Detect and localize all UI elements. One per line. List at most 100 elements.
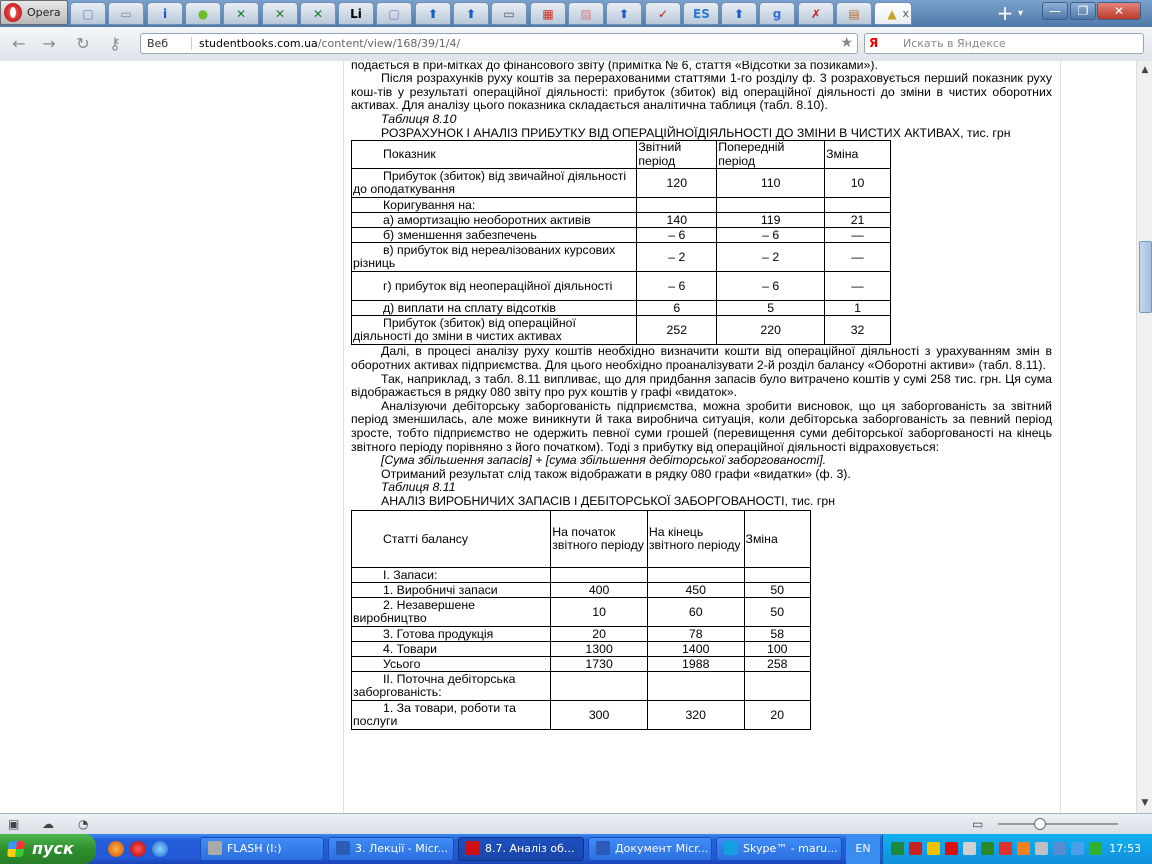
browser-tab[interactable]: ✕ [300,2,336,25]
language-indicator[interactable]: EN [846,834,880,864]
firefox-icon[interactable] [108,841,124,857]
info-icon: i [162,7,168,21]
value-cell [716,197,826,214]
taskbar-button[interactable]: 8.7. Аналіз об... [458,837,584,861]
value-cell: 1988 [646,656,745,673]
browser-tab[interactable]: ⬆ [415,2,451,25]
row-label-cell: II. Поточна дебіторська заборгованість: [350,671,552,702]
panel-toggle-icon[interactable]: ▣ [8,817,19,831]
table-caption: Таблиця 8.10 [381,111,457,126]
antivirus-icon[interactable] [909,842,922,855]
clock[interactable]: 17:53 [1109,842,1141,855]
taskbar-button-label: Документ Micr... [615,842,709,855]
value-cell: 6 [636,300,718,317]
tray-app-icon[interactable] [1053,842,1066,855]
minimize-button[interactable]: — [1042,2,1068,20]
antivirus-scan-icon[interactable] [999,842,1012,855]
browser-tab[interactable]: ▢ [376,2,412,25]
tab-menu-chevron-icon[interactable]: ▾ [1018,3,1034,25]
volume-icon[interactable] [1035,842,1048,855]
value-cell: 21 [824,212,891,229]
taskbar-button[interactable]: FLASH (I:) [200,837,324,861]
browser-tab[interactable]: ▭ [108,2,144,25]
zoom-slider-knob[interactable] [1034,818,1046,830]
back-button[interactable]: ← [8,34,30,54]
security-shield-icon[interactable] [927,842,940,855]
speed-dial-icon[interactable]: ◔ [78,817,88,831]
search-field[interactable]: Я Искать в Яндексе [864,33,1144,54]
browser-tab[interactable]: ▤ [836,2,872,25]
maximize-button[interactable]: ❐ [1070,2,1096,20]
sync-icon[interactable] [981,842,994,855]
browser-tab[interactable]: ▨ [568,2,604,25]
browser-tab[interactable]: ▢ [70,2,106,25]
network-icon[interactable] [891,842,904,855]
browser-tab[interactable]: ✓ [645,2,681,25]
reload-button[interactable]: ↻ [72,34,94,54]
start-button[interactable]: пуск [0,834,96,864]
upload-arrow-icon: ⬆ [733,7,745,21]
scroll-up-arrow-icon[interactable]: ▲ [1139,63,1151,77]
close-window-button[interactable]: ✕ [1097,2,1141,20]
scroll-down-arrow-icon[interactable]: ▼ [1139,796,1151,810]
browser-tab[interactable]: ES [683,2,719,25]
value-cell: 10 [550,597,648,628]
value-cell: 400 [550,582,648,599]
view-icon[interactable]: ▭ [972,817,983,831]
article-column: сумою реально сплачених відсотків, необх… [350,61,1052,731]
browser-tab[interactable]: ✕ [262,2,298,25]
value-cell: 320 [646,700,745,731]
browser-tab[interactable]: ▭ [491,2,527,25]
tray-app-icon[interactable] [1071,842,1084,855]
update-icon[interactable] [1017,842,1030,855]
taskbar-button[interactable]: Документ Micr... [588,837,712,861]
value-cell: – 2 [716,242,826,273]
zoom-slider[interactable] [998,823,1118,825]
opera-menu-button[interactable]: Opera [0,0,68,25]
url-text[interactable]: studentbooks.com.ua/content/view/168/39/… [199,37,460,50]
browser-tab[interactable]: Li [338,2,374,25]
browser-tab[interactable]: ✗ [798,2,834,25]
vertical-scrollbar[interactable]: ▲ ▼ [1136,61,1152,813]
value-cell: 58 [743,626,812,643]
opera-icon[interactable] [130,841,146,857]
column-header: Попередній період [716,140,826,170]
browser-tab[interactable]: i [147,2,183,25]
device-icon[interactable] [963,842,976,855]
value-cell: – 6 [716,271,826,302]
browser-tab[interactable]: ▲ x [874,2,912,25]
forward-button[interactable]: → [38,34,60,54]
browser-tab[interactable]: ⬆ [606,2,642,25]
new-tab-button[interactable]: + [994,3,1016,25]
opera-menu-label: Opera [27,6,61,19]
scrollbar-thumb[interactable] [1139,241,1152,313]
browser-tab[interactable]: ⬆ [721,2,757,25]
value-cell: 1400 [646,641,745,658]
table-row: б) зменшення забезпечень – 6– 6— [350,227,891,244]
value-cell: 5 [716,300,826,317]
internet-explorer-icon[interactable] [152,841,168,857]
taskbar-button[interactable]: 3. Лекції - Micr... [328,837,454,861]
key-icon[interactable]: ⚷ [104,34,126,54]
formula-text: [Сума збільшення запасів] + [сума збільш… [381,453,827,468]
app-icon [596,841,610,855]
taskbar-button[interactable]: Skype™ - maru... [716,837,842,861]
row-label-cell: г) прибуток від неопераційної діяльності [350,271,638,302]
cloud-sync-icon[interactable]: ☁ [42,817,54,831]
start-label: пуск [32,839,74,858]
tray-app-icon[interactable] [1089,842,1102,855]
close-tab-icon[interactable]: x [902,7,909,20]
table-row: I. Запаси: [350,567,812,584]
browser-tab[interactable]: ▦ [530,2,566,25]
browser-tab[interactable]: ⬆ [453,2,489,25]
security-badge[interactable]: Веб [147,37,168,50]
address-divider [191,37,192,50]
chart-icon: ▨ [580,7,592,21]
browser-tab[interactable]: ● [185,2,221,25]
browser-tab[interactable]: ✕ [223,2,259,25]
address-field[interactable]: Веб studentbooks.com.ua/content/view/168… [140,33,858,54]
browser-tab[interactable]: g [759,2,795,25]
adobe-icon[interactable] [945,842,958,855]
yandex-icon[interactable]: Я [869,36,878,50]
bookmark-star-icon[interactable]: ★ [840,35,853,51]
